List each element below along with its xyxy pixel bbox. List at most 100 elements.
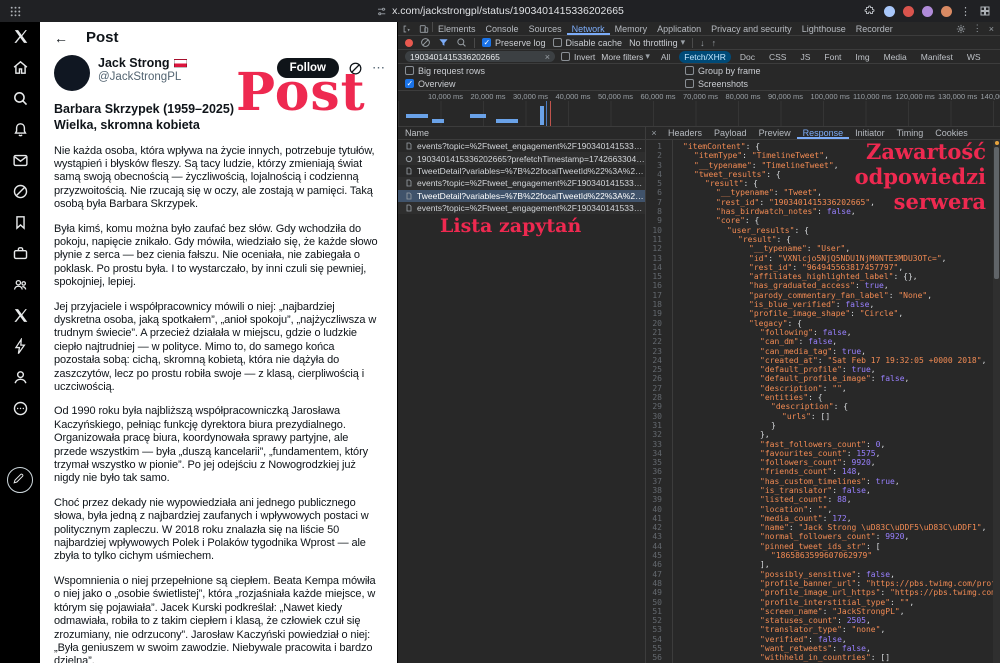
response-tab-response[interactable]: Response [797,127,850,139]
import-har-icon[interactable]: ↓ [700,38,705,48]
more-filters-button[interactable]: More filters ▾ [601,51,650,62]
grok-icon[interactable] [12,183,29,200]
option-group-by-frame[interactable]: Group by frame [685,66,993,76]
response-tab-payload[interactable]: Payload [708,127,753,139]
close-detail-icon[interactable]: × [646,127,662,139]
response-tab-initiator[interactable]: Initiator [849,127,891,139]
filter-chip-all[interactable]: All [656,51,675,63]
filter-chip-js[interactable]: JS [795,51,815,63]
notifications-icon[interactable] [12,121,29,138]
option-screenshots[interactable]: Screenshots [685,79,993,89]
tab-overview-icon[interactable] [979,5,991,17]
extensions-icon[interactable] [864,5,876,17]
apps-grid-icon[interactable] [9,5,22,18]
filter-chip-font[interactable]: Font [819,51,846,63]
more-icon[interactable] [12,400,29,417]
filter-chip-img[interactable]: Img [850,51,874,63]
devtools-tab-console[interactable]: Console [481,22,524,35]
response-tab-preview[interactable]: Preview [753,127,797,139]
response-tab-headers[interactable]: Headers [662,127,708,139]
premium-icon[interactable] [12,307,29,324]
jobs-icon[interactable] [12,245,29,262]
x-logo-icon[interactable] [12,28,29,45]
devtools-tabbar: Elements Console Sources Network Memory Appli… [398,22,1000,36]
network-filter-input[interactable]: 1903401415336202665 × [405,51,555,62]
export-har-icon[interactable]: ↑ [712,38,717,48]
network-request-row[interactable]: 1903401415336202665?prefetchTimestamp=17… [398,152,645,165]
filter-chip-manifest[interactable]: Manifest [916,51,958,63]
devtools-tab-memory[interactable]: Memory [610,22,653,35]
record-button[interactable] [405,38,413,47]
author-meta[interactable]: Jack Strong @JackStrongPL [98,55,187,85]
network-overview[interactable]: 10,000 ms 20,000 ms 30,000 ms 40,000 ms 50,0… [398,91,1000,127]
option-big-request-rows[interactable]: Big request rows [405,66,685,76]
throttling-select[interactable]: No throttling ▾ [629,37,685,48]
response-code-line: 41 "media_count": 172, [652,513,852,523]
compose-button[interactable] [7,467,33,493]
devtools-close-icon[interactable]: × [989,24,994,34]
devtools-tab-sources[interactable]: Sources [524,22,567,35]
messages-icon[interactable] [12,152,29,169]
network-request-row[interactable]: events?topic=%2Ftweet_engagement%2F19034… [398,201,645,215]
clear-network-log-icon[interactable] [420,37,431,48]
inspect-element-icon[interactable] [398,22,415,35]
clear-filter-icon[interactable]: × [545,52,550,62]
more-options-icon[interactable]: ⋯ [372,60,385,76]
device-toolbar-icon[interactable] [415,22,432,35]
devtools-tab-application[interactable]: Application [652,22,706,35]
response-tab-cookies[interactable]: Cookies [929,127,974,139]
devtools-menu-icon[interactable]: ⋮ [973,23,982,34]
x-sidebar-icons [12,28,29,417]
search-icon[interactable] [456,37,467,48]
settings-gear-icon[interactable] [956,24,966,34]
address-bar[interactable]: x.com/jackstrongpl/status/19034014153362… [376,5,624,17]
site-controls-icon[interactable] [376,6,387,17]
filter-chip-ws[interactable]: WS [962,51,986,63]
back-icon[interactable]: ← [54,30,68,46]
timeline-label: 100,000 ms [810,91,850,101]
response-scrollbar[interactable] [993,140,1000,663]
filter-chip-wasm[interactable]: Wasm [990,51,993,63]
devtools-tab-network[interactable]: Network [567,22,610,35]
filter-chip-fetch-xhr[interactable]: Fetch/XHR [679,50,731,63]
devtools-tab-lighthouse[interactable]: Lighthouse [797,22,851,35]
devtools-tab-recorder[interactable]: Recorder [851,22,898,35]
option-overview[interactable]: Overview [405,79,685,89]
preserve-log-checkbox[interactable]: Preserve log [482,38,546,48]
search-icon[interactable] [12,90,29,107]
author-avatar[interactable] [54,55,90,91]
filter-icon[interactable] [438,37,449,48]
communities-icon[interactable] [12,276,29,293]
filter-chip-media[interactable]: Media [879,51,912,63]
extension-icon[interactable] [903,5,914,17]
devtools-tab-privacy-and-security[interactable]: Privacy and security [706,22,797,35]
home-icon[interactable] [12,59,29,76]
invert-checkbox[interactable]: Invert [561,52,595,62]
network-request-row[interactable]: events?topic=%2Ftweet_engagement%2F19034… [398,177,645,190]
response-code-line: 25 "default_profile": true, [652,365,876,375]
timeline-label: 90,000 ms [768,91,804,101]
post-header: ← Post [40,22,397,48]
network-request-row[interactable]: TweetDetail?variables=%7B%22focalTweetId… [398,189,645,202]
name-column-header[interactable]: Name [398,127,645,140]
filter-chip-doc[interactable]: Doc [735,51,760,63]
bookmarks-icon[interactable] [12,214,29,231]
response-code-line: 53 "translator_type": "none", [652,625,886,635]
disable-cache-checkbox[interactable]: Disable cache [552,38,622,48]
response-tab-timing[interactable]: Timing [891,127,930,139]
response-code-line: 13 "id": "VXNlcjo5NjQ5NDU1NjM0NTE3MDU3OTc… [652,253,947,263]
profile-icon[interactable] [12,369,29,386]
filter-chip-css[interactable]: CSS [764,51,791,63]
verified-orgs-icon[interactable] [12,338,29,355]
extension-icon[interactable] [922,5,933,17]
network-request-row[interactable]: TweetDetail?variables=%7B%22focalTweetId… [398,165,645,177]
response-code-line: 54 "verified": false, [652,634,847,644]
network-request-row[interactable]: events?topic=%2Ftweet_engagement%2F19034… [398,140,645,152]
devtools-tab-elements[interactable]: Elements [433,22,481,35]
response-code-line: 24 "created_at": "Sat Feb 17 19:32:05 +00… [652,355,987,365]
timeline-label: 140,000 ms [980,91,1000,101]
scrollbar-thumb[interactable] [994,147,999,279]
profile-avatar[interactable] [941,5,952,17]
browser-menu-icon[interactable]: ⋮ [960,5,971,18]
extension-icon[interactable] [884,5,895,17]
